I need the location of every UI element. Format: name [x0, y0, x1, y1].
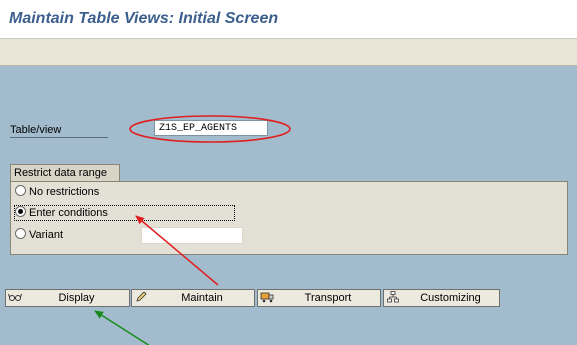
table-view-input[interactable]: Z1S_EP_AGENTS: [154, 120, 268, 136]
restrict-group-title: Restrict data range: [10, 164, 120, 181]
truck-icon: [258, 291, 276, 306]
pencil-icon: [132, 290, 150, 306]
radio-enter-conditions[interactable]: Enter conditions: [15, 206, 108, 221]
radio-label: No restrictions: [29, 186, 100, 198]
radio-button[interactable]: [15, 185, 26, 196]
display-button[interactable]: Display: [5, 289, 130, 307]
radio-label: Variant: [29, 229, 64, 241]
maintain-button[interactable]: Maintain: [131, 289, 255, 307]
title-bar: Maintain Table Views: Initial Screen: [0, 0, 577, 39]
variant-input[interactable]: [141, 227, 243, 244]
radio-button-selected[interactable]: [15, 206, 26, 217]
radio-no-restrictions[interactable]: No restrictions: [15, 185, 99, 200]
customizing-button-label: Customizing: [420, 292, 481, 304]
radio-variant[interactable]: Variant: [15, 228, 63, 243]
glasses-icon: [6, 292, 24, 305]
customizing-button[interactable]: Customizing: [383, 289, 500, 307]
radio-label: Enter conditions: [29, 207, 108, 219]
green-arrow: [94, 310, 150, 345]
page-title: Maintain Table Views: Initial Screen: [9, 10, 279, 27]
radio-button[interactable]: [15, 228, 26, 239]
hierarchy-icon: [384, 290, 402, 306]
transport-button-label: Transport: [304, 292, 352, 304]
display-button-label: Display: [58, 292, 95, 304]
transport-button[interactable]: Transport: [257, 289, 381, 307]
application-toolbar: [0, 39, 577, 66]
maintain-button-label: Maintain: [181, 292, 223, 304]
table-view-label: Table/view: [10, 124, 108, 138]
